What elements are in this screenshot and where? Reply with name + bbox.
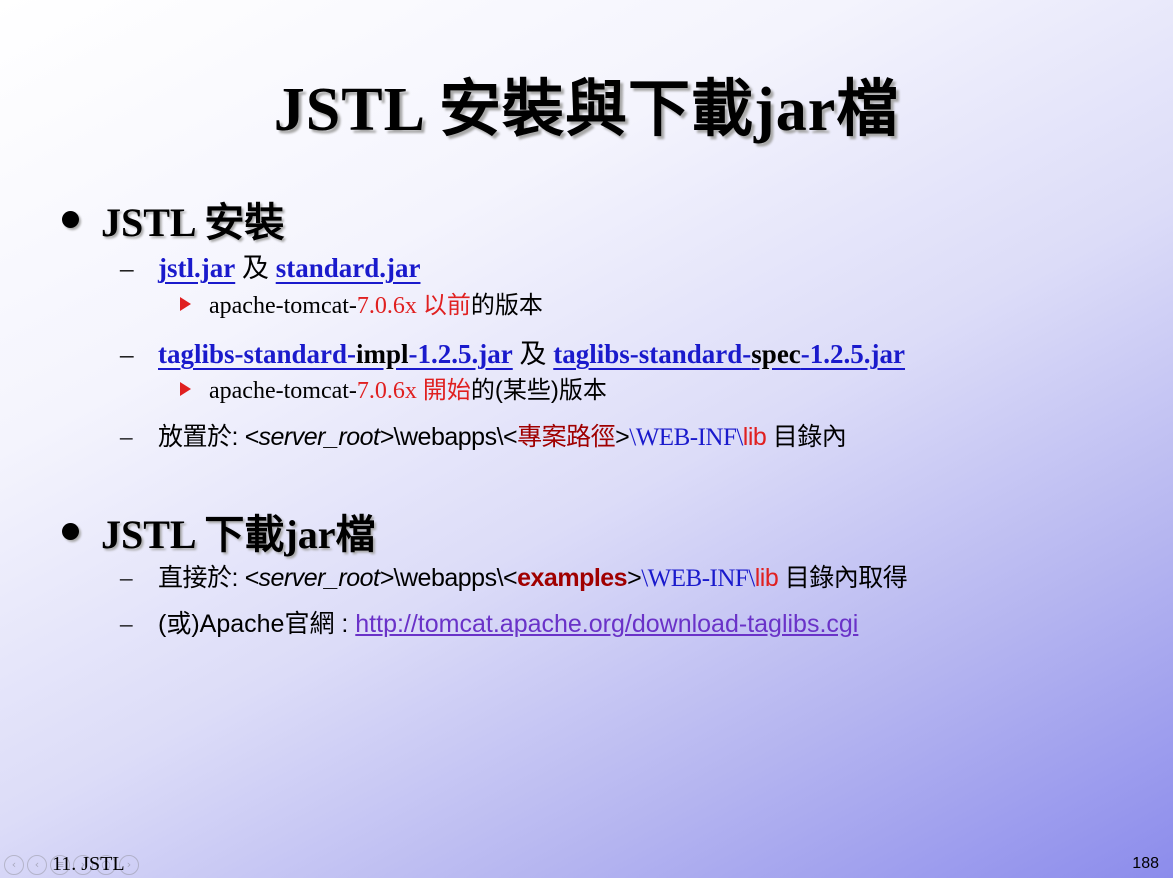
list-item-apache-site: – (或)Apache官網 : http://tomcat.apache.org/… — [120, 610, 859, 638]
outline-icon[interactable]: ‹ — [27, 855, 47, 875]
list-item-jar-files: – jstl.jar 及 standard.jar — [120, 253, 421, 283]
section-heading-install: JSTL 安裝 — [62, 190, 284, 248]
list-item-examples-path: – 直接於: <server_root>\webapps\<examples>\W… — [120, 564, 908, 592]
prev-slide-icon[interactable]: ‹ — [4, 855, 24, 875]
arrow-bullet-icon — [180, 297, 191, 311]
arrow-bullet-icon — [180, 382, 191, 396]
bullet-icon — [62, 523, 79, 540]
standard-jar-link[interactable]: standard.jar — [276, 253, 421, 283]
list-item-taglibs-jars: – taglibs-standard-impl-1.2.5.jar 及 tagli… — [120, 339, 906, 369]
download-taglibs-link[interactable]: http://tomcat.apache.org/download-taglib… — [355, 610, 858, 638]
section-heading-download: JSTL 下載jar檔 — [62, 502, 375, 560]
footer-chapter: 11. JSTL — [52, 853, 125, 875]
taglibs-spec-link[interactable]: taglibs-standard-spec-1.2.5.jar — [553, 339, 905, 369]
page-number: 188 — [1132, 855, 1159, 872]
taglibs-impl-link[interactable]: taglibs-standard-impl-1.2.5.jar — [158, 339, 513, 369]
list-item-placement: – 放置於: <server_root>\webapps\<專案路徑>\WEB-I… — [120, 423, 847, 451]
jstl-jar-link[interactable]: jstl.jar — [158, 253, 235, 283]
sub-item-new-version: apache-tomcat-7.0.6x 開始的(某些)版本 — [180, 370, 607, 405]
bullet-icon — [62, 211, 79, 228]
sub-item-old-version: apache-tomcat-7.0.6x 以前的版本 — [180, 285, 543, 320]
slide-title: JSTL 安裝與下載jar檔 — [273, 76, 900, 144]
